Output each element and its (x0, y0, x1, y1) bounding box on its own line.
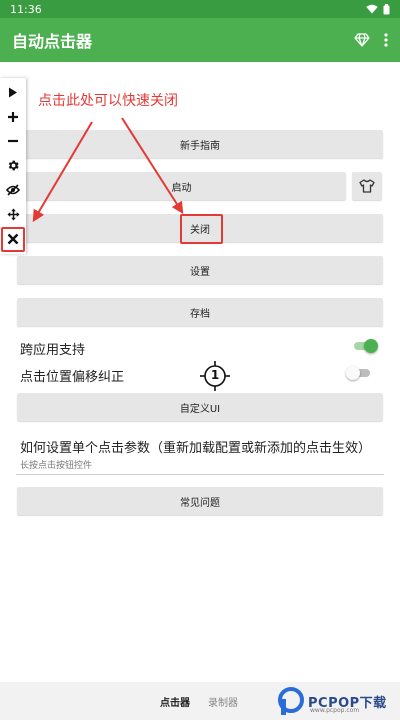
settings-button[interactable]: 设置 (17, 256, 383, 284)
add-point-tool-button[interactable] (1, 105, 25, 130)
watermark: PCPOP下载 www.pcpop.com (276, 683, 398, 719)
hide-tool-button[interactable] (1, 178, 25, 203)
more-vert-icon[interactable] (384, 33, 388, 47)
move-icon (6, 208, 20, 221)
eye-off-icon (6, 184, 20, 196)
click-target-number: 1 (210, 368, 220, 382)
close-icon (7, 233, 19, 245)
minus-icon (8, 140, 18, 143)
start-button-label: 启动 (171, 182, 192, 194)
close-tool-button[interactable] (1, 227, 25, 252)
status-time: 11:36 (10, 2, 42, 16)
shirt-button[interactable] (352, 172, 382, 200)
start-button[interactable]: 启动 (17, 172, 346, 200)
divider (16, 474, 384, 475)
click-target-marker[interactable]: 1 (200, 361, 230, 391)
remove-point-tool-button[interactable] (1, 129, 25, 154)
offset-correction-label: 点击位置偏移纠正 (20, 370, 125, 385)
tab-clicker[interactable]: 点击器 (160, 694, 190, 709)
faq-button[interactable]: 常见问题 (17, 487, 383, 515)
archive-button[interactable]: 存档 (17, 298, 383, 326)
play-icon (9, 87, 17, 98)
offset-correction-switch[interactable] (346, 366, 372, 380)
wifi-icon (366, 4, 378, 14)
cross-app-support-switch[interactable] (352, 339, 378, 353)
cross-app-support-label: 跨应用支持 (20, 343, 86, 358)
play-tool-button[interactable] (1, 80, 25, 105)
move-tool-button[interactable] (1, 203, 25, 228)
click-params-subtitle: 长按点击按钮控件 (20, 461, 93, 471)
customize-ui-button-label: 自定义UI (179, 403, 221, 415)
diamond-icon[interactable] (354, 33, 370, 47)
status-bar: 11:36 (0, 0, 400, 18)
floating-toolbar (0, 78, 26, 254)
gear-icon (8, 160, 19, 171)
tshirt-icon (359, 179, 375, 193)
watermark-url: www.pcpop.com (310, 707, 360, 714)
customize-ui-button[interactable]: 自定义UI (17, 393, 383, 421)
annotation-text: 点击此处可以快速关闭 (38, 93, 178, 109)
faq-button-label: 常见问题 (180, 497, 220, 509)
guide-button-label: 新手指南 (180, 140, 220, 152)
battery-icon (383, 3, 390, 14)
settings-button-label: 设置 (190, 266, 210, 278)
settings-tool-button[interactable] (1, 154, 25, 179)
app-bar: 自动点击器 (0, 18, 400, 62)
pcpop-logo-icon (278, 687, 304, 715)
status-icons (366, 3, 390, 15)
guide-button[interactable]: 新手指南 (17, 130, 383, 158)
app-title: 自动点击器 (12, 32, 93, 51)
close-highlight-box (180, 214, 223, 244)
archive-button-label: 存档 (190, 308, 210, 320)
tab-recorder[interactable]: 录制器 (208, 694, 238, 709)
plus-icon (8, 111, 18, 122)
click-params-title: 如何设置单个点击参数（重新加载配置或新添加的点击生效） (20, 441, 372, 456)
